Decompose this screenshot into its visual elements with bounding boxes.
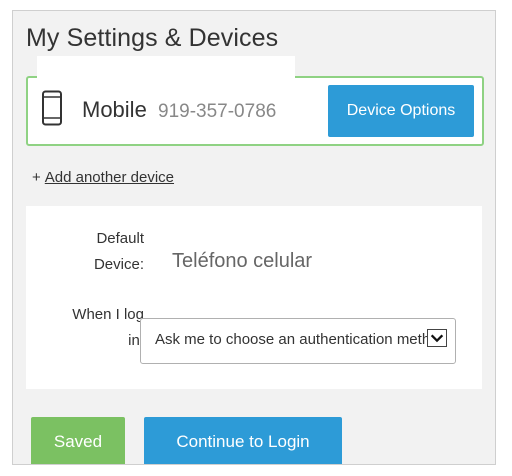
login-method-label: When I log in:: [56, 302, 144, 354]
plus-icon: +: [32, 169, 41, 186]
settings-panel: My Settings & Devices Mobile 919-357-078…: [12, 10, 496, 465]
login-method-label-line1: When I log: [72, 306, 144, 323]
settings-box: Default Device: Teléfono celular When I …: [26, 206, 482, 389]
add-another-device-link[interactable]: Add another device: [45, 169, 174, 186]
device-phone-number: 919-357-0786: [158, 101, 277, 122]
redaction-overlay: [37, 56, 295, 82]
default-device-value: Teléfono celular: [172, 250, 313, 272]
phone-icon: [42, 90, 62, 126]
default-device-label-line2: Device:: [93, 256, 144, 273]
saved-button[interactable]: Saved: [31, 417, 125, 464]
page-title: My Settings & Devices: [26, 24, 279, 52]
login-method-select[interactable]: Ask me to choose an authentication metho…: [140, 318, 456, 364]
login-method-label-line2: in:: [128, 332, 144, 349]
default-device-label: Default Device:: [56, 226, 144, 278]
login-method-selected-value: Ask me to choose an authentication metho…: [155, 331, 447, 348]
device-options-button[interactable]: Device Options: [328, 85, 474, 137]
default-device-label-line1: Default: [96, 230, 144, 247]
device-card: Mobile 919-357-0786 Device Options: [26, 76, 484, 146]
add-device-row: + Add another device: [32, 169, 174, 186]
chevron-down-icon[interactable]: [427, 329, 447, 347]
continue-to-login-button[interactable]: Continue to Login: [144, 417, 342, 464]
device-name: Mobile: [82, 97, 147, 122]
